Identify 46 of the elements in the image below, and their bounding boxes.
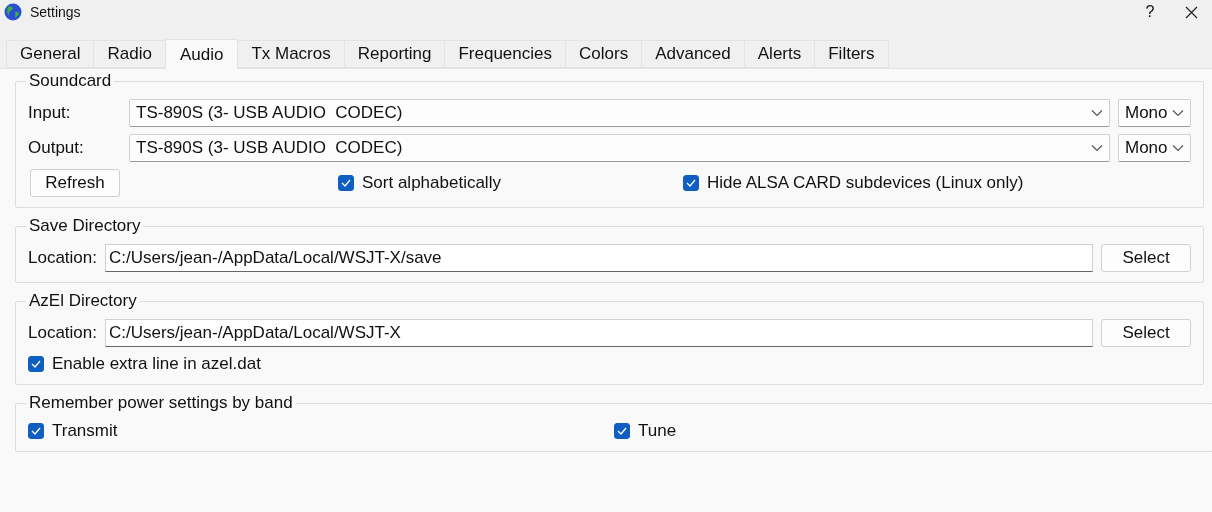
tab[interactable]: Reporting <box>343 40 446 68</box>
tab[interactable]: Audio <box>164 39 239 69</box>
chevron-down-icon <box>1091 144 1103 152</box>
checkbox-box[interactable] <box>614 423 630 439</box>
chevron-down-icon <box>1172 144 1184 152</box>
group-title: Remember power settings by band <box>28 393 294 413</box>
channel-dropdown[interactable]: Mono <box>1118 99 1191 127</box>
close-icon[interactable] <box>1185 5 1198 19</box>
checkbox-box[interactable] <box>28 356 44 372</box>
select-button[interactable]: Select <box>1101 319 1191 347</box>
device-dropdown[interactable]: TS-890S (3- USB AUDIO CODEC) <box>129 134 1110 162</box>
checkbox-label: Enable extra line in azel.dat <box>52 354 261 374</box>
device-dropdown[interactable]: TS-890S (3- USB AUDIO CODEC) <box>129 99 1110 127</box>
checkbox-box[interactable] <box>28 423 44 439</box>
tab[interactable]: Radio <box>93 40 166 68</box>
refresh-button[interactable]: Refresh <box>30 169 120 197</box>
checkbox-label: Transmit <box>52 421 118 441</box>
tab[interactable]: Frequencies <box>444 40 566 68</box>
select-button[interactable]: Select <box>1101 244 1191 272</box>
tab[interactable]: Alerts <box>743 40 816 68</box>
checkbox-label: Tune <box>638 421 677 441</box>
field-label: Location: <box>28 248 97 268</box>
globe-icon <box>4 3 22 21</box>
group-title: Save Directory <box>28 216 142 236</box>
tab[interactable]: Tx Macros <box>237 40 345 68</box>
checkbox-box[interactable] <box>682 175 699 191</box>
field-label: Input: <box>28 103 72 123</box>
checkbox[interactable]: Tune <box>614 421 1200 441</box>
tab[interactable]: Filters <box>814 40 889 68</box>
checkbox[interactable]: Transmit <box>28 421 614 441</box>
location-field[interactable]: C:/Users/jean-/AppData/Local/WSJT-X/save <box>105 244 1093 272</box>
location-field[interactable]: C:/Users/jean-/AppData/Local/WSJT-X <box>105 319 1093 347</box>
tab[interactable]: Advanced <box>641 40 745 68</box>
field-label: Output: <box>28 138 85 158</box>
tab[interactable]: General <box>6 40 95 68</box>
group-title: Soundcard <box>28 71 113 91</box>
checkbox-box[interactable] <box>338 175 354 191</box>
group-title: AzEl Directory <box>28 291 138 311</box>
chevron-down-icon <box>1172 109 1184 117</box>
chevron-down-icon <box>1091 109 1103 117</box>
checkbox[interactable]: Enable extra line in azel.dat <box>28 354 1191 374</box>
channel-dropdown[interactable]: Mono <box>1118 134 1191 162</box>
tab[interactable]: Colors <box>565 40 643 68</box>
field-label: Location: <box>28 323 97 343</box>
window-title: Settings <box>30 4 82 20</box>
help-button[interactable]: ? <box>1135 3 1165 21</box>
